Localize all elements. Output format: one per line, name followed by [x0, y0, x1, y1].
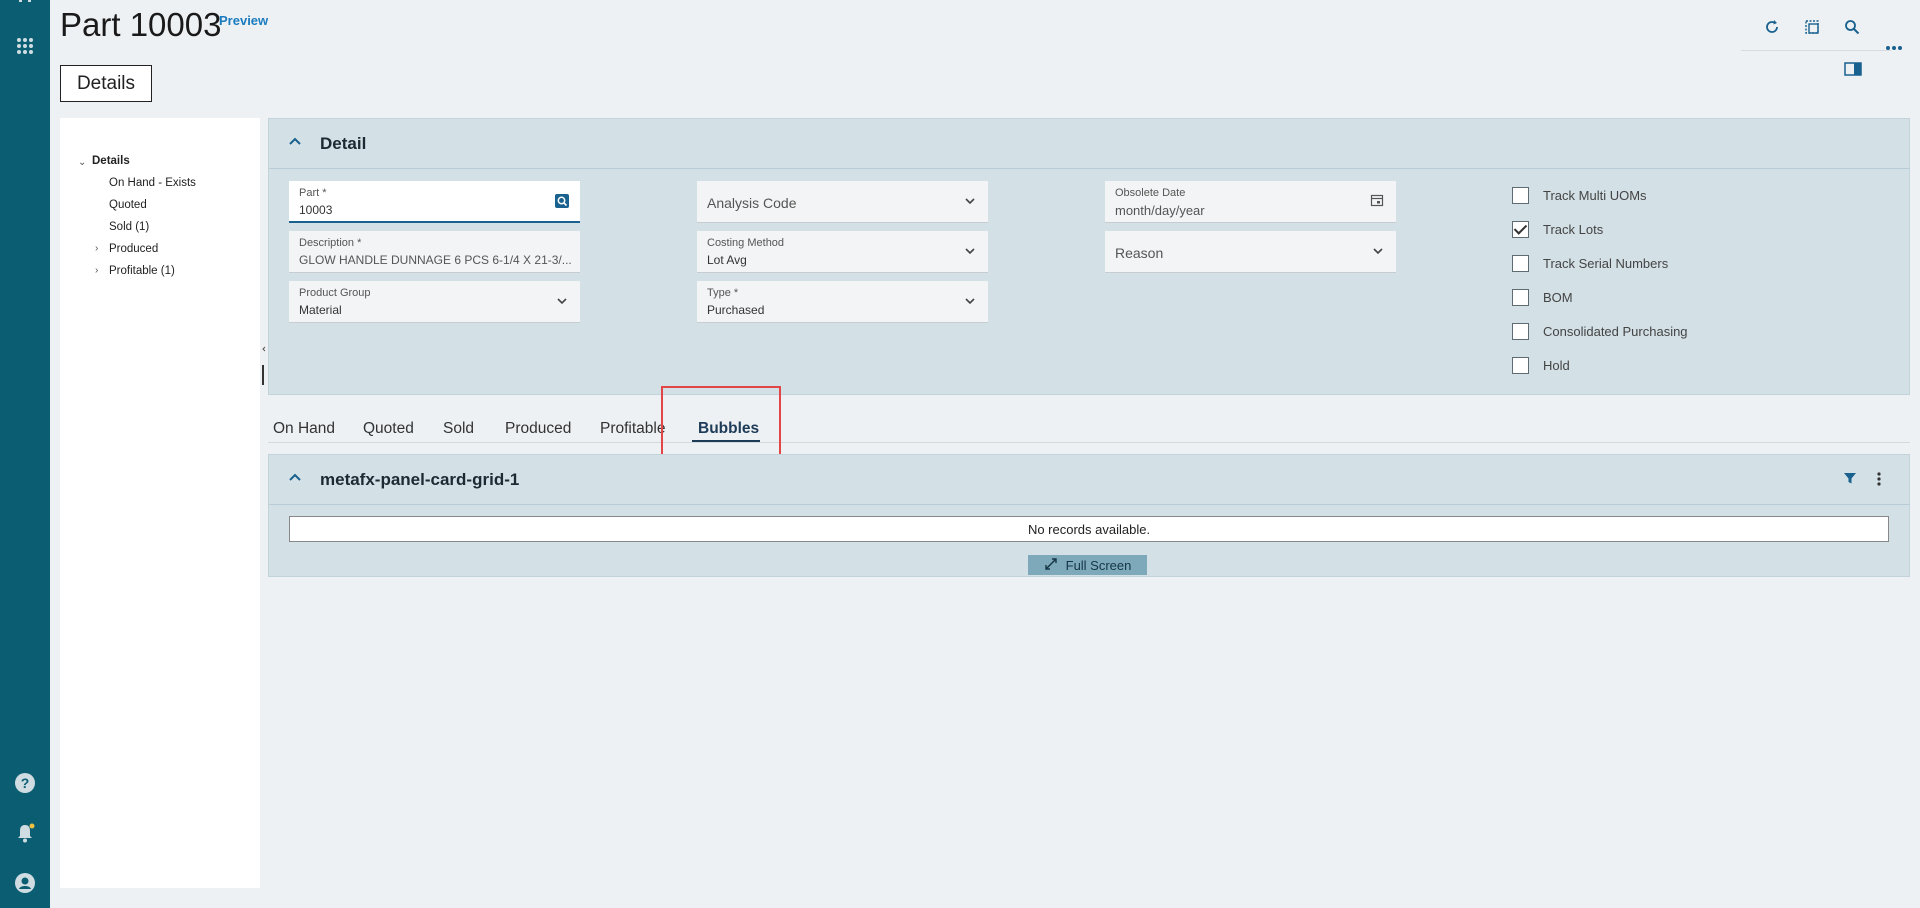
chevron-right-icon[interactable]: ›	[95, 265, 98, 276]
tree-item-profitable[interactable]: Profitable (1)	[109, 265, 175, 277]
copy-icon[interactable]	[1801, 16, 1823, 38]
more-icon[interactable]	[1883, 37, 1905, 59]
analysis-code-field[interactable]: Analysis Code	[697, 181, 988, 223]
track-multi-uoms-checkbox[interactable]: Track Multi UOMs	[1512, 184, 1647, 206]
part-field[interactable]: Part * 10003	[289, 181, 580, 223]
tree-item-details[interactable]: Details	[92, 155, 130, 167]
checkbox-label: Consolidated Purchasing	[1543, 323, 1688, 339]
costing-method-field[interactable]: Costing Method Lot Avg	[697, 231, 988, 273]
product-group-field[interactable]: Product Group Material	[289, 281, 580, 323]
tab-produced[interactable]: Produced	[505, 420, 571, 438]
preview-link[interactable]: Preview	[219, 13, 268, 28]
tree-item-sold[interactable]: Sold (1)	[109, 221, 149, 233]
lookup-icon[interactable]	[554, 193, 570, 209]
refresh-icon[interactable]	[1761, 16, 1783, 38]
checkbox-box[interactable]	[1512, 186, 1529, 204]
costing-method-label: Costing Method	[707, 237, 785, 249]
analysis-code-placeholder: Analysis Code	[707, 195, 797, 211]
grid-panel: metafx-panel-card-grid-1 No records avai…	[268, 454, 1910, 577]
help-icon[interactable]: ?	[13, 771, 37, 795]
checkbox-label: Hold	[1543, 357, 1570, 373]
tree-item-quoted[interactable]: Quoted	[109, 199, 147, 211]
grid-empty-message: No records available.	[289, 516, 1889, 542]
detail-panel-header: Detail	[269, 119, 1909, 169]
bell-icon[interactable]	[13, 821, 37, 845]
description-label: Description *	[299, 237, 362, 249]
type-field[interactable]: Type * Purchased	[697, 281, 988, 323]
tree-item-on-hand[interactable]: On Hand - Exists	[109, 177, 196, 189]
product-group-value: Material	[299, 303, 342, 317]
chevron-right-icon[interactable]: ›	[95, 243, 98, 254]
toolbar-divider	[1741, 50, 1891, 51]
chevron-down-icon[interactable]	[962, 293, 978, 309]
user-icon[interactable]	[13, 871, 37, 895]
collapse-icon[interactable]	[287, 133, 307, 153]
description-field[interactable]: Description * GLOW HANDLE DUNNAGE 6 PCS …	[289, 231, 580, 273]
consolidated-purchasing-checkbox[interactable]: Consolidated Purchasing	[1512, 320, 1688, 342]
obsolete-date-placeholder[interactable]: month/day/year	[1115, 203, 1387, 218]
obsolete-date-field[interactable]: Obsolete Date month/day/year	[1105, 181, 1396, 223]
checkbox-box[interactable]	[1512, 356, 1529, 374]
details-button[interactable]: Details	[60, 65, 152, 102]
filter-icon[interactable]	[1843, 471, 1859, 487]
detail-panel-title: Detail	[320, 134, 367, 153]
checkbox-box[interactable]	[1512, 254, 1529, 272]
type-value: Purchased	[707, 303, 765, 317]
app-rail: ?	[0, 0, 50, 908]
full-screen-button[interactable]: Full Screen	[1028, 555, 1147, 575]
menu-icon[interactable]	[13, 0, 37, 10]
chevron-down-icon[interactable]	[962, 193, 978, 209]
panel-toggle-icon[interactable]	[1842, 58, 1864, 80]
checkbox-label: Track Lots	[1543, 221, 1604, 237]
chevron-down-icon[interactable]	[1370, 243, 1386, 259]
chevron-down-icon[interactable]: ⌄	[78, 157, 86, 168]
svg-text:?: ?	[21, 775, 30, 791]
tab-sold[interactable]: Sold	[443, 420, 474, 438]
tree-item-produced[interactable]: Produced	[109, 243, 158, 255]
expand-icon	[1044, 557, 1058, 574]
collapse-icon[interactable]	[287, 469, 307, 489]
part-value[interactable]: 10003	[299, 203, 571, 217]
full-screen-label: Full Screen	[1065, 557, 1132, 573]
search-icon[interactable]	[1841, 16, 1863, 38]
navigation-tree: ⌄ Details On Hand - Exists Quoted Sold (…	[60, 118, 260, 888]
checkbox-box[interactable]	[1512, 220, 1529, 238]
kebab-menu-icon[interactable]	[1871, 471, 1887, 487]
tab-profitable[interactable]: Profitable	[600, 420, 665, 438]
page-title: Part 10003	[60, 6, 222, 43]
description-value[interactable]: GLOW HANDLE DUNNAGE 6 PCS 6-1/4 X 21-3/.…	[299, 253, 571, 267]
checkbox-box[interactable]	[1512, 322, 1529, 340]
splitter-handle[interactable]	[262, 345, 266, 385]
type-label: Type *	[707, 287, 739, 299]
reason-field[interactable]: Reason	[1105, 231, 1396, 273]
tab-bar-divider	[268, 442, 1910, 443]
grid-icon[interactable]	[13, 34, 37, 58]
calendar-icon[interactable]	[1370, 193, 1386, 209]
checkbox-label: BOM	[1543, 289, 1573, 305]
product-group-label: Product Group	[299, 287, 371, 299]
checkbox-label: Track Multi UOMs	[1543, 187, 1647, 203]
checkbox-box[interactable]	[1512, 288, 1529, 306]
tab-on-hand[interactable]: On Hand	[273, 420, 335, 438]
track-serial-numbers-checkbox[interactable]: Track Serial Numbers	[1512, 252, 1668, 274]
chevron-down-icon[interactable]	[962, 243, 978, 259]
reason-placeholder: Reason	[1115, 245, 1164, 261]
track-lots-checkbox[interactable]: Track Lots	[1512, 218, 1603, 240]
chevron-down-icon[interactable]	[554, 293, 570, 309]
costing-method-value: Lot Avg	[707, 253, 747, 267]
bom-checkbox[interactable]: BOM	[1512, 286, 1573, 308]
obsolete-date-label: Obsolete Date	[1115, 187, 1186, 199]
grid-panel-title: metafx-panel-card-grid-1	[320, 470, 520, 489]
hold-checkbox[interactable]: Hold	[1512, 354, 1570, 376]
tab-quoted[interactable]: Quoted	[363, 420, 414, 438]
grid-panel-header: metafx-panel-card-grid-1	[269, 455, 1909, 505]
part-label: Part *	[299, 187, 327, 199]
checkbox-label: Track Serial Numbers	[1543, 255, 1669, 271]
